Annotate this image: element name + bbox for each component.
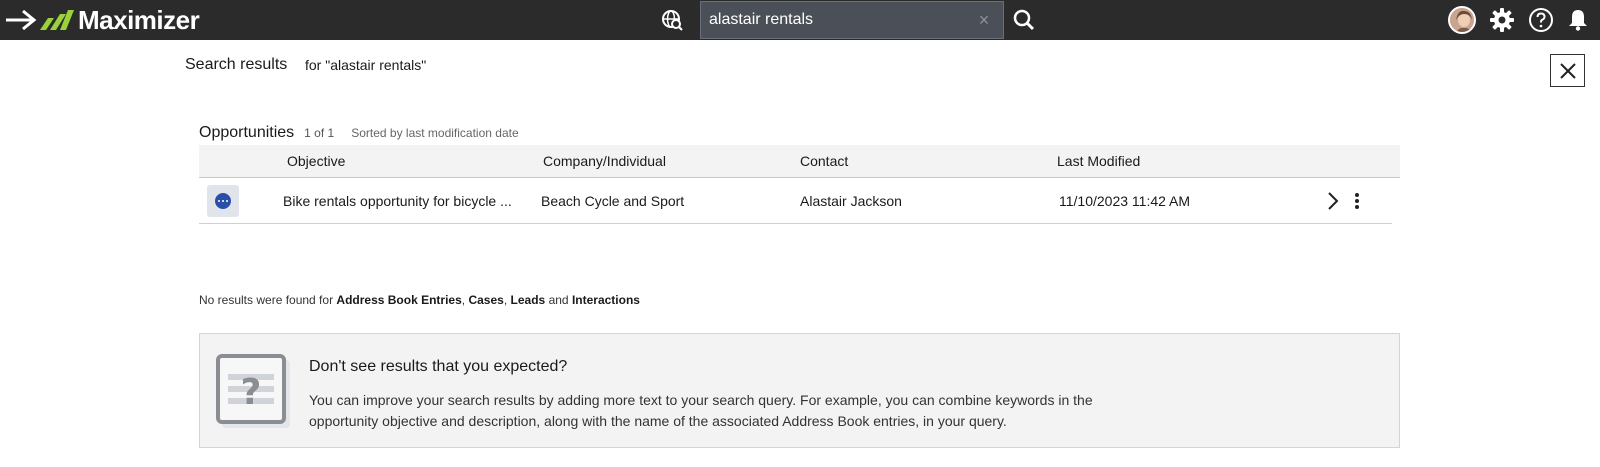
cell-company: Beach Cycle and Sport xyxy=(541,193,685,209)
help-icon[interactable] xyxy=(1528,7,1554,33)
search-input[interactable] xyxy=(709,8,969,32)
maximizer-logo-icon xyxy=(40,10,74,30)
section-title: Opportunities xyxy=(199,124,295,141)
svg-text:?: ? xyxy=(241,372,262,413)
clear-search-button[interactable]: × xyxy=(975,10,993,30)
column-header-objective[interactable]: Objective xyxy=(287,153,345,169)
column-header-last-modified[interactable]: Last Modified xyxy=(1057,153,1140,169)
top-bar: Maximizer × xyxy=(0,0,1600,40)
result-count: 1 of 1 xyxy=(304,126,335,140)
arrow-right-icon[interactable] xyxy=(4,8,38,32)
search-icon xyxy=(1013,9,1035,31)
close-icon xyxy=(1560,63,1576,79)
search-button[interactable] xyxy=(1004,1,1044,39)
opportunities-header: Opportunities 1 of 1 Sorted by last modi… xyxy=(199,124,519,142)
app-logo[interactable]: Maximizer xyxy=(38,3,200,37)
opportunities-table: Objective Company/Individual Contact Las… xyxy=(199,145,1400,224)
column-header-contact[interactable]: Contact xyxy=(800,153,848,169)
app-name: Maximizer xyxy=(78,4,200,35)
global-search-box xyxy=(700,1,1004,39)
sort-label: Sorted by last modification date xyxy=(351,126,519,140)
tips-title: Don't see results that you expected? xyxy=(309,358,568,375)
gear-icon[interactable] xyxy=(1489,7,1515,33)
no-results-item: Address Book Entries xyxy=(336,293,462,307)
tips-text: You can improve your search results by a… xyxy=(309,392,1093,429)
table-row[interactable]: Bike rentals opportunity for bicycle ...… xyxy=(199,178,1392,224)
cell-contact: Alastair Jackson xyxy=(800,193,902,209)
no-results-conjunction: and xyxy=(548,293,569,307)
no-results-item: Interactions xyxy=(571,293,640,307)
column-header-company[interactable]: Company/Individual xyxy=(543,153,666,169)
user-photo xyxy=(1450,8,1474,32)
no-results-prefix: No results were found for xyxy=(199,293,334,307)
no-results-message: No results were found for Address Book E… xyxy=(199,293,640,307)
page-title: Search results xyxy=(185,56,288,73)
no-results-item: Leads xyxy=(510,293,546,307)
no-results-separator: , xyxy=(503,293,508,307)
avatar[interactable] xyxy=(1448,6,1476,34)
ellipsis-icon xyxy=(215,193,231,209)
close-button[interactable] xyxy=(1550,54,1585,87)
more-vertical-icon[interactable] xyxy=(1352,190,1362,212)
table-header: Objective Company/Individual Contact Las… xyxy=(199,145,1400,178)
globe-search-icon[interactable] xyxy=(661,9,683,31)
question-document-icon: ? xyxy=(216,354,290,428)
no-results-separator: , xyxy=(461,293,466,307)
opportunity-type-badge[interactable] xyxy=(207,185,239,217)
bell-icon[interactable] xyxy=(1565,7,1591,33)
search-query-label: for "alastair rentals" xyxy=(305,57,427,73)
cell-objective[interactable]: Bike rentals opportunity for bicycle ... xyxy=(283,193,512,209)
chevron-right-icon[interactable] xyxy=(1325,190,1341,212)
cell-last-modified: 11/10/2023 11:42 AM xyxy=(1059,193,1191,209)
search-tips-panel: ? Don't see results that you expected? Y… xyxy=(199,333,1400,448)
no-results-item: Cases xyxy=(468,293,504,307)
